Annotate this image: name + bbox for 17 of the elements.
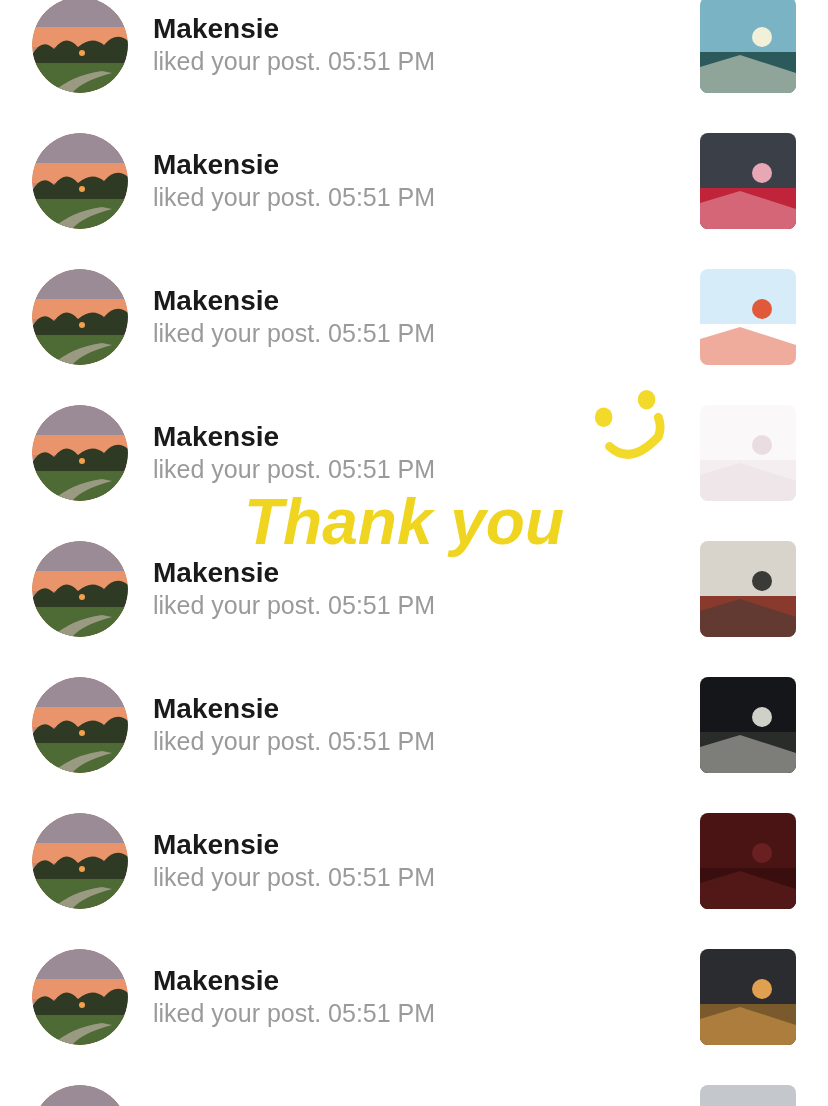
user-name: Makensie	[153, 150, 281, 180]
user-name: Makensie	[153, 422, 281, 452]
user-name: Makensie	[153, 558, 281, 588]
user-name: Makensie	[153, 830, 281, 860]
sticker-text: Thank you	[244, 487, 566, 557]
notification-text: liked your post. 05:51 PM	[153, 318, 437, 348]
user-name: Makensie	[153, 694, 281, 724]
notification-text: liked your post. 05:51 PM	[153, 46, 437, 76]
notification-text: liked your post. 05:51 PM	[153, 862, 437, 892]
user-name: Makensie	[153, 966, 281, 996]
user-name: Makensie	[153, 14, 281, 44]
user-name: Makensie	[153, 286, 281, 316]
notification-text: liked your post. 05:51 PM	[153, 454, 437, 484]
notification-text: liked your post. 05:51 PM	[153, 590, 437, 620]
notification-text: liked your post. 05:51 PM	[153, 726, 437, 756]
notification-text: liked your post. 05:51 PM	[153, 182, 437, 212]
notification-text: liked your post. 05:51 PM	[153, 998, 437, 1028]
